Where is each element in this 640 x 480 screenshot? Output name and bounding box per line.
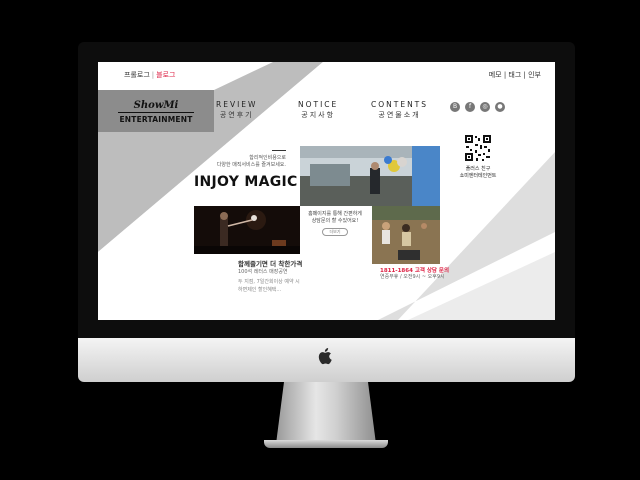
prologue-link[interactable]: 프롤로그	[124, 71, 150, 79]
guestbook-link[interactable]: 인부	[528, 71, 541, 79]
promo-desc-2: 하면제인 할인혜택...	[238, 287, 282, 293]
qr-line-2: 쇼미엔터테인먼트	[459, 172, 497, 179]
outdoor-event-photo[interactable]	[300, 146, 440, 206]
site-logo[interactable]: ShowMi ENTERTAINMENT	[118, 100, 194, 124]
menu-review-ko: 공연후기	[219, 111, 254, 119]
website-screen: 프롤로그 | 블로그 메모 | 태그 | 인부 ShowMi ENTERTAINME…	[98, 62, 555, 320]
audience-photo[interactable]	[372, 206, 440, 264]
intro-line-2: 다양한 매직서비스를 즐겨보세요.	[216, 162, 286, 168]
blog-link[interactable]: 블로그	[156, 71, 175, 79]
intro-line-1: 합리적인비용으로	[249, 155, 286, 161]
facebook-icon[interactable]: f	[465, 102, 475, 112]
phone-hours: 연중무휴 / 오전9시 ~ 오후9시	[380, 274, 445, 280]
promo-desc-1: 두 지점, 7일간회이상 예약 시	[238, 279, 300, 285]
menu-notice-ko: 공지사항	[301, 111, 336, 119]
page-title: INJOY MAGIC	[194, 174, 298, 190]
menu-notice-en: NOTICE	[298, 100, 339, 109]
menu-contents-ko: 공연물소개	[378, 111, 421, 119]
magic-show-photo[interactable]	[194, 206, 300, 254]
instagram-icon[interactable]: ◎	[480, 102, 490, 112]
qr-code-icon[interactable]	[464, 134, 492, 162]
monitor-base	[264, 440, 388, 448]
inquiry-text: 홈페이지를 통해 간편하게 상담문의 할 수있어요! 더보기	[300, 210, 370, 236]
promo-title: 함께즐기면 더 착한가격	[238, 260, 303, 268]
menu-review-en: REVIEW	[216, 100, 258, 109]
blog-icon[interactable]: B	[450, 102, 460, 112]
tag-link[interactable]: 태그	[508, 71, 521, 79]
balloon-event-image	[300, 146, 440, 206]
talk-icon[interactable]: ●	[495, 102, 505, 112]
menu-review[interactable]: REVIEW 공연후기	[216, 100, 257, 120]
inquiry-line-2: 상담문의 할 수있어요!	[311, 218, 359, 224]
stage-performer-image	[194, 206, 300, 254]
menu-notice[interactable]: NOTICE 공지사항	[298, 100, 338, 120]
menu-contents[interactable]: CONTENTS 공연물소개	[371, 100, 428, 120]
more-button[interactable]: 더보기	[322, 228, 348, 236]
qr-caption: 플러스 친구 쇼미엔터테인먼트	[453, 166, 503, 179]
intro-text: 합리적인비용으로 다양한 매직서비스를 즐겨보세요.	[194, 150, 286, 168]
memo-link[interactable]: 메모	[489, 71, 502, 79]
promo-subtitle: 100석 레터스 매장공연	[238, 269, 288, 275]
top-right-links: 메모 | 태그 | 인부	[488, 71, 541, 79]
apple-logo-icon	[318, 348, 332, 365]
top-left-links: 프롤로그 | 블로그	[124, 71, 176, 79]
menu-contents-en: CONTENTS	[371, 100, 429, 109]
logo-text: ENTERTAINMENT	[119, 115, 193, 124]
promo-caption: 함께즐기면 더 착한가격 100석 레터스 매장공연 두 지점, 7일간회이상 …	[238, 258, 302, 293]
logo-mark: ShowMi	[118, 100, 194, 113]
inquiry-line-1: 홈페이지를 통해 간편하게	[308, 211, 362, 217]
crowd-image	[372, 206, 440, 264]
monitor-stand	[276, 382, 376, 444]
